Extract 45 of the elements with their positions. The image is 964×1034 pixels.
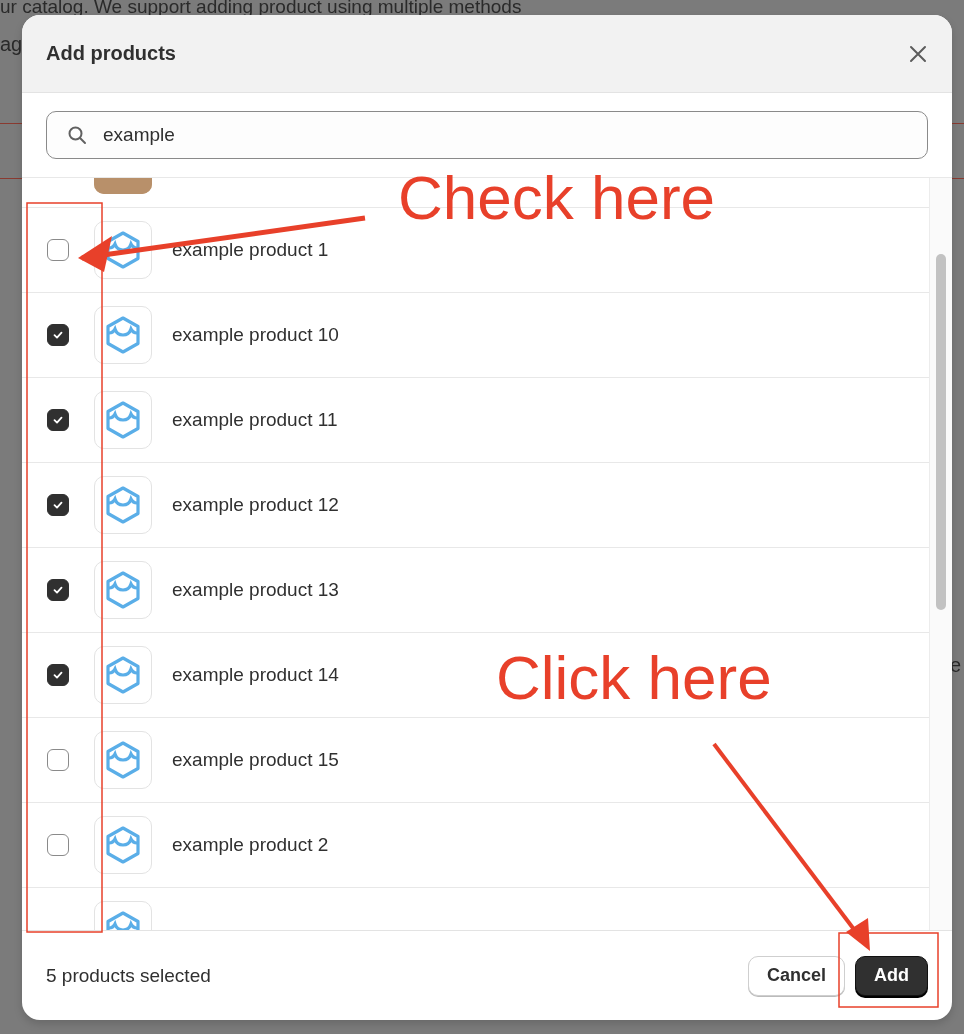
list-row[interactable]: example product 11 (22, 378, 929, 463)
product-name: example product 14 (172, 664, 339, 686)
dialog-title: Add products (46, 42, 176, 65)
search-icon (67, 125, 87, 145)
checked-checkbox[interactable] (47, 579, 69, 601)
scrollbar-thumb[interactable] (936, 254, 946, 610)
checkmark-icon (52, 669, 64, 681)
checked-checkbox[interactable] (47, 409, 69, 431)
cancel-button[interactable]: Cancel (747, 955, 845, 996)
product-name: example product 12 (172, 494, 339, 516)
search-field[interactable]: example (46, 111, 928, 159)
checked-checkbox[interactable] (47, 664, 69, 686)
checkbox[interactable] (47, 239, 69, 261)
hexagon-logo-icon (94, 306, 152, 364)
product-name: example product 15 (172, 749, 339, 771)
annotation-text: Click here (496, 642, 772, 713)
product-name: example product 10 (172, 324, 339, 346)
list-row[interactable]: example product 12 (22, 463, 929, 548)
checkmark-icon (52, 499, 64, 511)
add-button[interactable]: Add (855, 955, 928, 996)
checkmark-icon (52, 329, 64, 341)
close-icon[interactable] (908, 43, 928, 64)
checked-checkbox[interactable] (47, 494, 69, 516)
product-name: example product 2 (172, 834, 329, 856)
checkmark-icon (52, 584, 64, 596)
hexagon-logo-icon (94, 816, 152, 874)
list-row[interactable]: example product 13 (22, 548, 929, 633)
list-row[interactable]: example product 2 (22, 803, 929, 888)
hexagon-logo-icon (94, 561, 152, 619)
list-row[interactable]: example product 10 (22, 293, 929, 378)
product-name: example product 1 (172, 239, 329, 261)
checkmark-icon (52, 414, 64, 426)
list-row[interactable]: example product 15 (22, 718, 929, 803)
background-text: ag (0, 33, 23, 56)
background-text: ur catalog. We support adding product using multiple methods (0, 0, 522, 16)
checked-checkbox[interactable] (47, 324, 69, 346)
product-name: example product 13 (172, 579, 339, 601)
product-name: example product 11 (172, 409, 338, 431)
hexagon-logo-icon (94, 646, 152, 704)
checkbox[interactable] (47, 834, 69, 856)
checkbox[interactable] (47, 749, 69, 771)
hexagon-logo-icon (94, 476, 152, 534)
selection-count: 5 products selected (46, 964, 211, 987)
hexagon-logo-icon (94, 391, 152, 449)
hexagon-logo-icon (94, 731, 152, 789)
